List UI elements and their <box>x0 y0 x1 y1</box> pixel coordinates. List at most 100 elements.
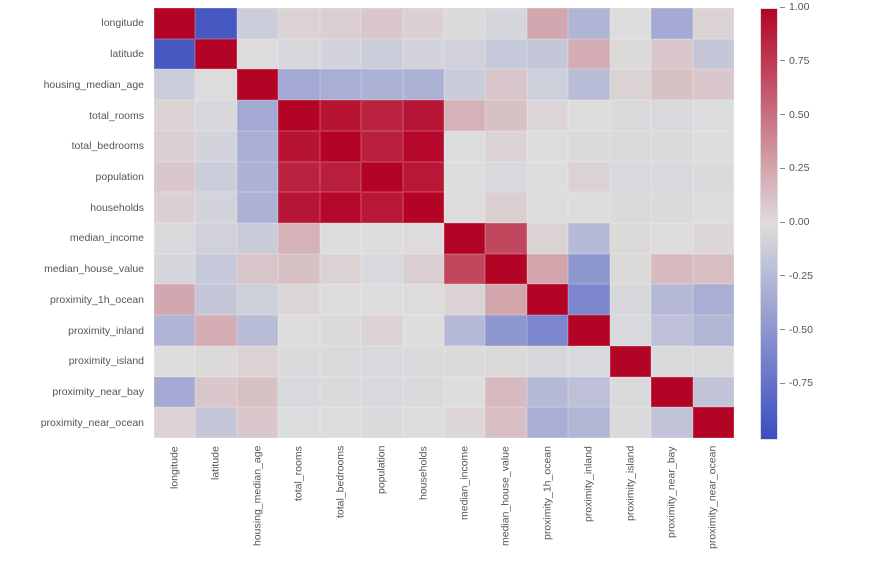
heatmap-cell <box>278 100 319 131</box>
heatmap-cell <box>403 315 444 346</box>
heatmap-cell <box>154 8 195 39</box>
heatmap-body <box>154 8 734 438</box>
heatmap-cell <box>320 254 361 285</box>
heatmap-cell <box>237 223 278 254</box>
x-tick-label: proximity_1h_ocean <box>527 442 568 582</box>
heatmap-cell <box>320 377 361 408</box>
heatmap-cell <box>485 223 526 254</box>
heatmap-cell <box>610 131 651 162</box>
heatmap-cell <box>278 377 319 408</box>
heatmap-cell <box>610 162 651 193</box>
heatmap-cell <box>237 407 278 438</box>
heatmap-cell <box>278 8 319 39</box>
heatmap-cell <box>485 100 526 131</box>
heatmap-cell <box>568 284 609 315</box>
colorbar-tick-label: 0.75 <box>780 55 809 67</box>
heatmap-cell <box>195 100 236 131</box>
colorbar-tick-label: -0.75 <box>780 377 813 389</box>
x-tick-label: total_bedrooms <box>320 442 361 582</box>
heatmap-cell <box>154 100 195 131</box>
y-tick-label: median_income <box>0 223 150 254</box>
heatmap-cell <box>237 284 278 315</box>
heatmap-cell <box>568 254 609 285</box>
heatmap-cell <box>485 284 526 315</box>
heatmap-cell <box>403 346 444 377</box>
heatmap-cell <box>693 131 734 162</box>
heatmap-cell <box>320 315 361 346</box>
heatmap-cell <box>651 192 692 223</box>
heatmap-cell <box>651 407 692 438</box>
heatmap-cell <box>195 39 236 70</box>
heatmap-cell <box>195 315 236 346</box>
heatmap-cell <box>320 131 361 162</box>
heatmap-cell <box>527 315 568 346</box>
heatmap-cell <box>154 284 195 315</box>
heatmap-cell <box>237 162 278 193</box>
heatmap-cell <box>403 131 444 162</box>
heatmap-cell <box>610 39 651 70</box>
correlation-heatmap-figure: { "chart_data": { "type": "heatmap", "ti… <box>0 0 874 584</box>
heatmap-cell <box>610 284 651 315</box>
heatmap-cell <box>485 69 526 100</box>
y-tick-label: proximity_1h_ocean <box>0 284 150 315</box>
heatmap-cell <box>237 254 278 285</box>
x-tick-label: median_house_value <box>485 442 526 582</box>
heatmap-cell <box>444 223 485 254</box>
heatmap-cell <box>444 254 485 285</box>
heatmap-cell <box>651 131 692 162</box>
heatmap-cell <box>651 223 692 254</box>
x-tick-label: longitude <box>154 442 195 582</box>
heatmap-cell <box>195 192 236 223</box>
heatmap-cell <box>568 39 609 70</box>
y-tick-label: latitude <box>0 39 150 70</box>
heatmap-cell <box>403 377 444 408</box>
y-tick-label: proximity_near_bay <box>0 377 150 408</box>
heatmap-cell <box>361 192 402 223</box>
heatmap-cell <box>361 8 402 39</box>
heatmap-cell <box>403 284 444 315</box>
colorbar <box>760 8 778 440</box>
heatmap-cell <box>320 284 361 315</box>
y-tick-label: longitude <box>0 8 150 39</box>
heatmap-cell <box>361 407 402 438</box>
heatmap-cell <box>278 69 319 100</box>
heatmap-cell <box>651 162 692 193</box>
heatmap-cell <box>320 69 361 100</box>
heatmap-cell <box>485 39 526 70</box>
heatmap-cell <box>527 407 568 438</box>
heatmap-cell <box>237 192 278 223</box>
y-axis-labels: longitudelatitudehousing_median_agetotal… <box>0 8 150 438</box>
heatmap-cell <box>278 284 319 315</box>
heatmap-cell <box>693 377 734 408</box>
x-tick-label: households <box>403 442 444 582</box>
heatmap-cell <box>361 254 402 285</box>
heatmap-cell <box>403 192 444 223</box>
colorbar-tick-label: 0.50 <box>780 109 809 121</box>
heatmap-cell <box>485 254 526 285</box>
heatmap-cell <box>154 69 195 100</box>
heatmap-cell <box>693 8 734 39</box>
heatmap-cell <box>154 192 195 223</box>
heatmap-cell <box>361 39 402 70</box>
heatmap-cell <box>444 284 485 315</box>
heatmap-cell <box>444 39 485 70</box>
heatmap-cell <box>403 100 444 131</box>
heatmap-cell <box>651 254 692 285</box>
x-tick-label: proximity_near_ocean <box>692 442 733 582</box>
heatmap-cell <box>278 192 319 223</box>
heatmap-cell <box>527 100 568 131</box>
heatmap-cell <box>361 346 402 377</box>
heatmap-cell <box>610 192 651 223</box>
heatmap-cell <box>195 223 236 254</box>
colorbar-tick-label: -0.50 <box>780 324 813 336</box>
heatmap-cell <box>610 8 651 39</box>
colorbar-ticks: -0.75-0.50-0.250.000.250.500.751.00 <box>780 8 840 438</box>
heatmap-cell <box>237 8 278 39</box>
heatmap-cell <box>693 192 734 223</box>
heatmap-cell <box>320 8 361 39</box>
heatmap-cell <box>568 8 609 39</box>
heatmap-cell <box>320 100 361 131</box>
heatmap-cell <box>693 162 734 193</box>
heatmap-cell <box>320 223 361 254</box>
heatmap-cell <box>527 162 568 193</box>
